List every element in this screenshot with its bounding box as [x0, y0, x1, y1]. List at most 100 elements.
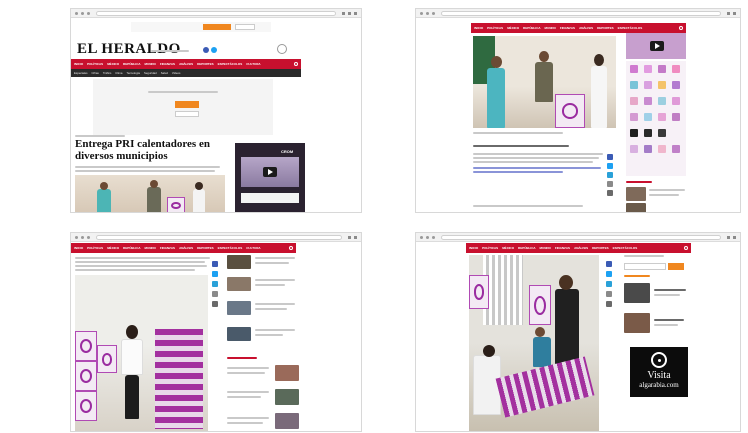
play-icon[interactable]	[650, 41, 664, 51]
menu-item[interactable]: REPÚBLICA	[523, 26, 541, 30]
product-tile[interactable]	[672, 81, 680, 89]
submenu-item[interactable]: Tecnología	[126, 71, 140, 75]
product-tile[interactable]	[658, 129, 666, 137]
reload-icon[interactable]	[87, 235, 90, 239]
menu-item[interactable]: INICIO	[469, 246, 478, 250]
product-ad-grid[interactable]	[626, 61, 686, 176]
bookmark-icon[interactable]	[348, 235, 351, 239]
product-tile[interactable]	[644, 129, 652, 137]
sidebar-thumb[interactable]	[227, 255, 251, 269]
product-tile[interactable]	[630, 97, 638, 105]
partner-logo[interactable]	[277, 44, 287, 54]
search-icon[interactable]	[679, 26, 683, 30]
product-tile[interactable]	[630, 113, 638, 121]
menu-item[interactable]: ANÁLISIS	[179, 246, 193, 250]
video-ad[interactable]: CROM	[235, 143, 305, 212]
product-tile[interactable]	[672, 97, 680, 105]
menu-item[interactable]: INICIO	[74, 62, 83, 66]
product-tile[interactable]	[630, 129, 638, 137]
sidebar-link-line[interactable]	[227, 422, 263, 424]
ad-secondary-button[interactable]	[175, 111, 199, 117]
address-bar[interactable]	[441, 10, 721, 16]
product-tile[interactable]	[658, 81, 666, 89]
menu-item[interactable]: FINANZAS	[555, 246, 570, 250]
menu-item[interactable]: MUNDO	[540, 246, 551, 250]
product-tile[interactable]	[630, 65, 638, 73]
sidebar-thumb[interactable]	[227, 327, 251, 341]
telegram-share-icon[interactable]	[212, 281, 218, 287]
twitter-icon[interactable]	[211, 47, 217, 53]
sidebar-link-line[interactable]	[654, 324, 678, 326]
menu-item[interactable]: MUNDO	[145, 62, 156, 66]
sidebar-thumb[interactable]	[626, 187, 646, 201]
menu-item[interactable]: FINANZAS	[160, 62, 175, 66]
address-bar[interactable]	[441, 234, 721, 240]
sidebar-link-line[interactable]	[255, 303, 295, 305]
bookmark-icon[interactable]	[727, 235, 730, 239]
product-tile[interactable]	[672, 145, 680, 153]
telegram-share-icon[interactable]	[607, 172, 613, 178]
visita-ad[interactable]: Visita algarabia.com	[630, 347, 688, 397]
menu-item[interactable]: ESPECTÁCULOS	[218, 246, 243, 250]
submenu-item[interactable]: Clima	[115, 71, 122, 75]
bookmark-icon[interactable]	[727, 11, 730, 15]
menu-item[interactable]: CULTURA	[246, 246, 260, 250]
facebook-icon[interactable]	[203, 47, 209, 53]
product-tile[interactable]	[672, 65, 680, 73]
extension-icon[interactable]	[348, 11, 351, 15]
ad-cta-button[interactable]	[203, 24, 231, 30]
sidebar-link-line[interactable]	[227, 417, 269, 419]
menu-item[interactable]: FINANZAS	[560, 26, 575, 30]
menu-item[interactable]: POLÍTICAS	[482, 246, 498, 250]
newsletter-input[interactable]	[624, 263, 666, 270]
sidebar-link-line[interactable]	[649, 189, 685, 191]
facebook-share-icon[interactable]	[212, 261, 218, 267]
menu-item[interactable]: FINANZAS	[160, 246, 175, 250]
sidebar-link-line[interactable]	[227, 391, 269, 393]
menu-item[interactable]: MUNDO	[545, 26, 556, 30]
sidebar-link-line[interactable]	[255, 308, 287, 310]
search-icon[interactable]	[294, 62, 298, 66]
product-tile[interactable]	[644, 81, 652, 89]
sidebar-link-line[interactable]	[649, 194, 679, 196]
sidebar-thumb[interactable]	[227, 301, 251, 315]
submenu-item[interactable]: Salud	[161, 71, 168, 75]
ad-close-button[interactable]	[235, 24, 255, 30]
forward-icon[interactable]	[81, 11, 84, 15]
sidebar-link-line[interactable]	[227, 396, 261, 398]
menu-item[interactable]: REPÚBLICA	[123, 62, 141, 66]
sidebar-thumb[interactable]	[227, 277, 251, 291]
sidebar-link-line[interactable]	[654, 289, 686, 291]
submenu-item[interactable]: Cifras	[92, 71, 99, 75]
forward-icon[interactable]	[81, 235, 84, 239]
twitter-share-icon[interactable]	[607, 163, 613, 169]
menu-item[interactable]: POLÍTICAS	[87, 62, 103, 66]
twitter-share-icon[interactable]	[212, 271, 218, 277]
menu-item[interactable]: MÉXICO	[502, 246, 514, 250]
product-tile[interactable]	[644, 65, 652, 73]
menu-item[interactable]: ESPECTÁCULOS	[618, 26, 643, 30]
back-icon[interactable]	[420, 11, 423, 15]
menu-item[interactable]: MÉXICO	[507, 26, 519, 30]
menu-item[interactable]: MÉXICO	[107, 62, 119, 66]
menu-dots-icon[interactable]	[354, 11, 357, 15]
menu-item[interactable]: INICIO	[74, 246, 83, 250]
menu-item[interactable]: DEPORTES	[597, 26, 614, 30]
back-icon[interactable]	[75, 235, 78, 239]
sidebar-link-line[interactable]	[255, 334, 283, 336]
sidebar-link-line[interactable]	[255, 257, 295, 259]
submenu-item[interactable]: Especiales	[74, 71, 88, 75]
submenu-item[interactable]: Seguridad	[144, 71, 157, 75]
product-tile[interactable]	[672, 113, 680, 121]
menu-item[interactable]: POLÍTICAS	[87, 246, 103, 250]
sidebar-link-line[interactable]	[255, 284, 285, 286]
submenu-item[interactable]: Videos	[172, 71, 181, 75]
sidebar-thumb[interactable]	[275, 365, 299, 381]
menu-dots-icon[interactable]	[733, 11, 736, 15]
menu-item[interactable]: ESPECTÁCULOS	[613, 246, 638, 250]
sidebar-link-line[interactable]	[255, 329, 295, 331]
facebook-share-icon[interactable]	[606, 261, 612, 267]
menu-item[interactable]: DEPORTES	[197, 62, 214, 66]
menu-item[interactable]: INICIO	[474, 26, 483, 30]
menu-dots-icon[interactable]	[354, 235, 357, 239]
